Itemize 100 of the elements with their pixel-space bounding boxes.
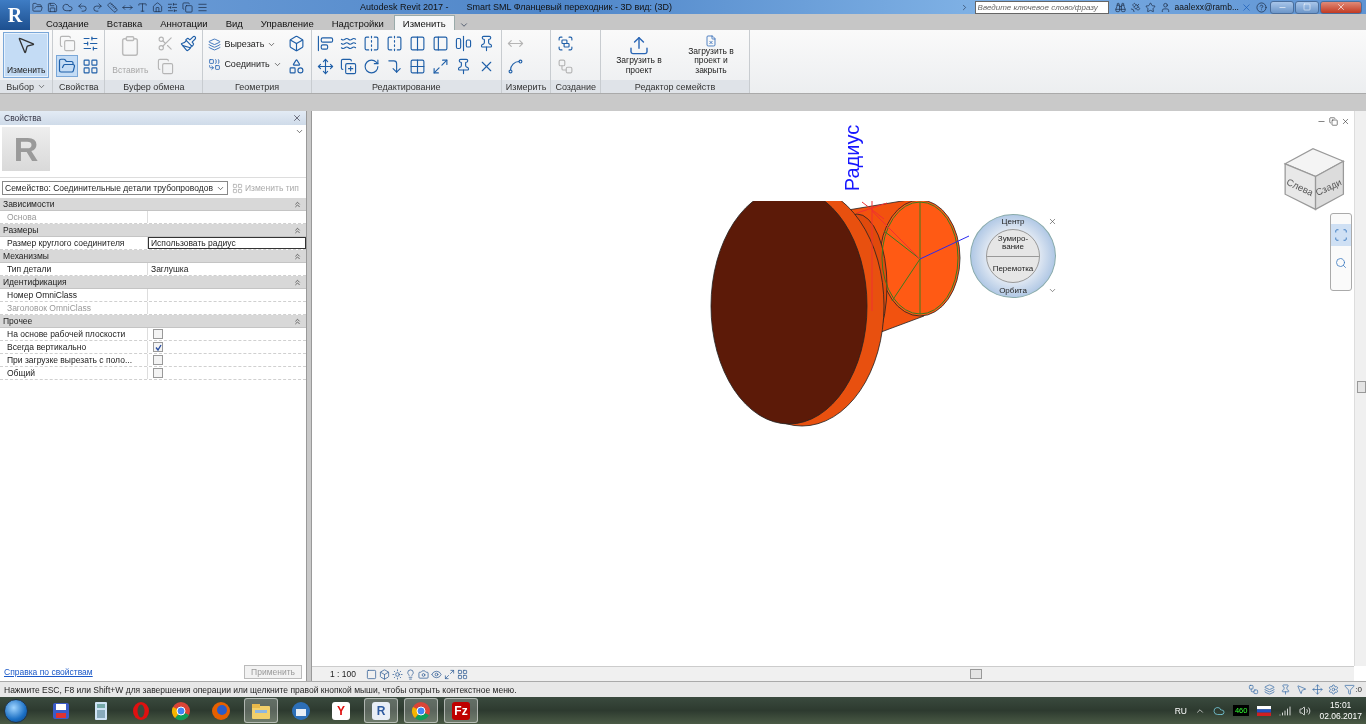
render-icon[interactable]: [418, 668, 429, 680]
wheel-zoom-button[interactable]: Зумиро-вание: [987, 230, 1039, 256]
collapse-icon[interactable]: [293, 251, 302, 261]
search-field[interactable]: Введите ключевое слово/фразу: [974, 0, 1109, 14]
gear-icon[interactable]: [1328, 684, 1340, 695]
minimize-button[interactable]: [1270, 0, 1294, 14]
redo-icon[interactable]: [92, 1, 103, 13]
group-header[interactable]: Размеры: [0, 224, 306, 237]
start-button[interactable]: [4, 698, 28, 723]
collapse-icon[interactable]: [293, 277, 302, 287]
cloud-icon[interactable]: [1212, 704, 1225, 717]
underlay-icon[interactable]: [1264, 684, 1276, 695]
dimension-label[interactable]: Радиус: [840, 118, 864, 198]
ribbon-tab[interactable]: Вид: [217, 16, 251, 30]
signal-icon[interactable]: [1279, 704, 1292, 717]
user-icon[interactable]: [1159, 1, 1171, 13]
type-selector[interactable]: Семейство: Соединительные детали трубопроводов: [2, 181, 228, 195]
binoculars-icon[interactable]: [1114, 1, 1126, 13]
close-icon[interactable]: [292, 113, 302, 123]
ribbon-button[interactable]: Соединить: [206, 56, 284, 72]
panel-title: Геометрия: [234, 81, 280, 92]
ribbon-tab[interactable]: Управление: [252, 16, 322, 30]
pin-icon[interactable]: [1280, 684, 1292, 695]
wheel-center-button[interactable]: Центр: [1001, 217, 1025, 226]
collapse-icon[interactable]: [293, 199, 302, 209]
ribbon-button[interactable]: Изменить: [3, 32, 50, 78]
menu-icon[interactable]: [197, 1, 208, 13]
scroll-thumb[interactable]: [1357, 381, 1366, 393]
face-select-icon[interactable]: [1296, 684, 1308, 695]
filter-icon[interactable]: [1344, 684, 1356, 695]
volume-icon[interactable]: [1299, 704, 1312, 717]
detail-level-icon[interactable]: [366, 668, 377, 680]
reveal-icon[interactable]: [457, 668, 468, 680]
ribbon-button[interactable]: Загрузить в проект: [604, 32, 674, 78]
language-indicator[interactable]: RU: [1174, 705, 1187, 716]
checkbox[interactable]: [153, 355, 163, 365]
house-icon[interactable]: [152, 1, 163, 13]
taskbar-button[interactable]: R: [364, 698, 398, 723]
undo-icon[interactable]: [77, 1, 88, 13]
checkbox[interactable]: [153, 342, 163, 352]
crop-icon[interactable]: [444, 668, 455, 680]
user-name[interactable]: aaalexx@ramb...: [1174, 2, 1239, 12]
clock-date[interactable]: 02.06.2017: [1319, 710, 1362, 721]
view-scale[interactable]: 1 : 100: [330, 669, 356, 679]
app-menu-button[interactable]: R: [0, 0, 30, 30]
shapes-icon: [288, 57, 306, 75]
group-header[interactable]: Зависимости: [0, 198, 306, 211]
ribbon-tab[interactable]: Создание: [38, 16, 97, 30]
visual-style-icon[interactable]: [379, 668, 390, 680]
vertical-scrollbar[interactable]: [1354, 111, 1366, 666]
wheel-tool-button[interactable]: [1331, 224, 1351, 246]
satellite-icon[interactable]: [1129, 1, 1141, 13]
group-header[interactable]: Прочее: [0, 315, 306, 328]
shadows-icon[interactable]: [405, 668, 416, 680]
maximize-button[interactable]: [1295, 0, 1319, 14]
ribbon-tab[interactable]: Аннотации: [152, 16, 216, 30]
checkbox[interactable]: [153, 368, 163, 378]
wheel-rewind-button[interactable]: Перемотка: [987, 255, 1039, 282]
help-link[interactable]: Справка по свойствам: [4, 667, 93, 677]
sun-icon[interactable]: [392, 668, 403, 680]
clock-time[interactable]: 15:01: [1330, 700, 1352, 711]
flag-icon[interactable]: [1257, 705, 1272, 716]
open-folder-icon[interactable]: [32, 1, 43, 13]
panel-title: Создание: [555, 81, 596, 92]
visibility-icon[interactable]: [431, 668, 442, 680]
ribbon-tab[interactable]: Вставка: [98, 16, 151, 30]
links-icon[interactable]: [1248, 684, 1260, 695]
group-header[interactable]: Идентификация: [0, 276, 306, 289]
checkbox[interactable]: [153, 329, 163, 339]
collapse-icon[interactable]: [293, 225, 302, 235]
property-value[interactable]: Использовать радиус: [148, 237, 306, 249]
close-button[interactable]: [1320, 0, 1362, 14]
restore-icon[interactable]: [1329, 117, 1338, 126]
ribbon-button[interactable]: Загрузить в проект и закрыть: [676, 32, 746, 78]
taskbar-button[interactable]: Y: [324, 698, 358, 723]
tab-options-icon[interactable]: [458, 20, 469, 30]
drag-icon[interactable]: [1312, 684, 1324, 695]
windows-icon[interactable]: [182, 1, 193, 13]
group-header[interactable]: Механизмы: [0, 250, 306, 263]
star-icon[interactable]: [1144, 1, 1156, 13]
wheel-orbit-button[interactable]: Орбита: [999, 286, 1027, 295]
scroll-thumb[interactable]: [970, 669, 982, 679]
close-icon[interactable]: [1341, 117, 1350, 126]
properties-icon[interactable]: [167, 1, 178, 13]
cross-logo-icon[interactable]: [1241, 1, 1252, 13]
ribbon-button[interactable]: Вырезать: [206, 36, 284, 52]
collapse-icon[interactable]: [293, 316, 302, 326]
save-icon[interactable]: [47, 1, 58, 13]
property-value[interactable]: Заглушка: [148, 263, 306, 275]
help-icon[interactable]: [1256, 1, 1267, 13]
tool-button[interactable]: [56, 55, 79, 77]
taskbar-button[interactable]: Fz: [444, 698, 478, 723]
panel-label[interactable]: Выбор: [0, 80, 53, 93]
cloud-icon[interactable]: [62, 1, 73, 13]
ruler-icon[interactable]: [107, 1, 118, 13]
close-icon[interactable]: [1048, 217, 1057, 226]
ribbon-tab[interactable]: Надстройки: [323, 16, 392, 30]
text-icon[interactable]: [137, 1, 148, 13]
ribbon-tab[interactable]: Изменить: [393, 15, 455, 30]
steering-wheel[interactable]: Центр Зумиро-вание Перемотка Орбита: [970, 214, 1056, 298]
